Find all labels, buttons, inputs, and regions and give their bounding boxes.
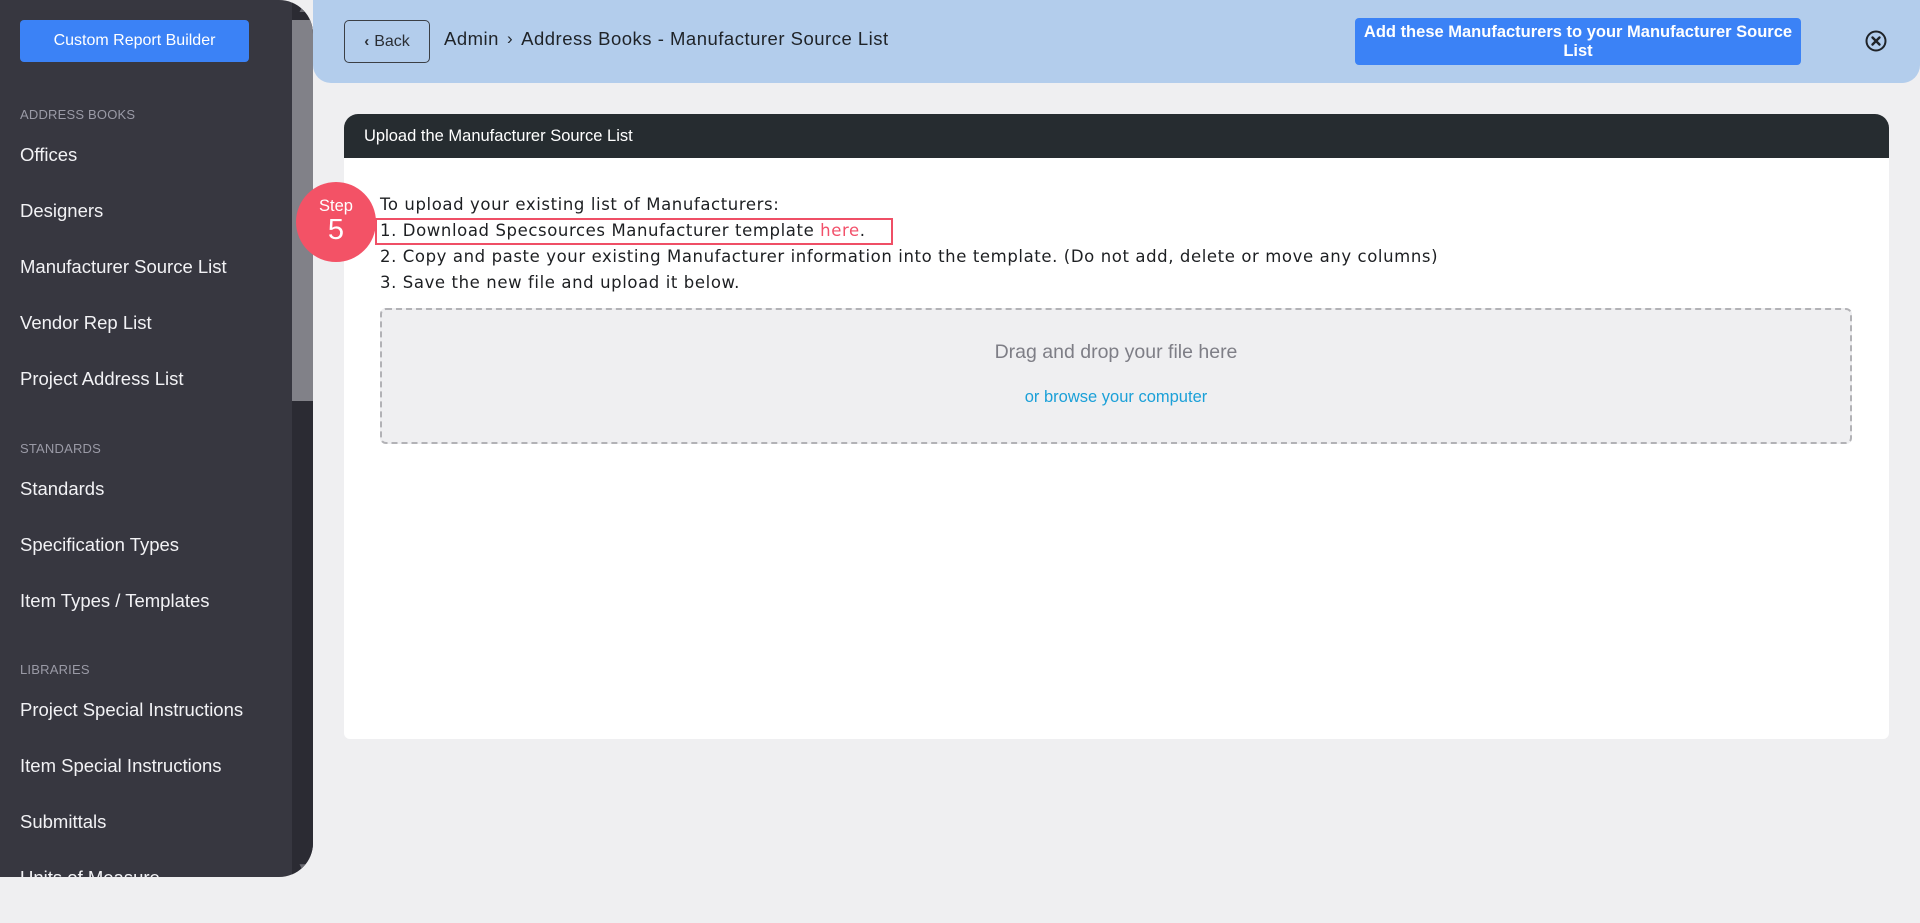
chevron-left-icon: ‹ (364, 33, 370, 50)
sidebar-item-manufacturer-source-list[interactable]: Manufacturer Source List (20, 256, 227, 278)
breadcrumb-root[interactable]: Admin (444, 28, 499, 50)
breadcrumb-current: Address Books - Manufacturer Source List (521, 28, 889, 49)
sidebar-item-submittals[interactable]: Submittals (20, 811, 106, 833)
sidebar-item-project-special-instructions[interactable]: Project Special Instructions (20, 699, 243, 721)
instruction-step-1: 1. Download Specsources Manufacturer tem… (380, 218, 1438, 244)
back-button[interactable]: ‹ Back (344, 20, 430, 63)
back-button-label: Back (374, 32, 410, 50)
section-label-libraries: LIBRARIES (20, 662, 90, 677)
step-badge-number: 5 (327, 214, 345, 246)
sidebar-item-item-types-templates[interactable]: Item Types / Templates (20, 590, 210, 612)
sidebar-item-item-special-instructions[interactable]: Item Special Instructions (20, 755, 222, 777)
sidebar-item-units-of-measure[interactable]: Units of Measure (20, 867, 160, 877)
chevron-right-icon: › (506, 29, 514, 48)
card-title: Upload the Manufacturer Source List (344, 114, 1889, 158)
add-manufacturers-button[interactable]: Add these Manufacturers to your Manufact… (1355, 18, 1801, 65)
sidebar-item-standards[interactable]: Standards (20, 478, 104, 500)
instructions-intro: To upload your existing list of Manufact… (380, 195, 780, 214)
upload-instructions: To upload your existing list of Manufact… (380, 192, 1438, 296)
scroll-up-arrow-icon[interactable]: ▲ (297, 4, 308, 15)
step-1-suffix: . (859, 221, 866, 240)
instruction-step-3: 3. Save the new file and upload it below… (380, 273, 740, 292)
step-badge: Step 5 (296, 182, 376, 262)
top-bar: ‹ Back Admin › Address Books - Manufactu… (313, 0, 1920, 83)
upload-card: Upload the Manufacturer Source List To u… (344, 114, 1889, 739)
step-1-text: 1. Download Specsources Manufacturer tem… (380, 221, 821, 240)
step-badge-label: Step (319, 197, 353, 215)
sidebar-item-designers[interactable]: Designers (20, 200, 103, 222)
sidebar-scrollbar[interactable]: ▲ ▼ (292, 0, 313, 877)
scroll-down-arrow-icon[interactable]: ▼ (297, 862, 308, 873)
sidebar-item-vendor-rep-list[interactable]: Vendor Rep List (20, 312, 152, 334)
section-label-standards: STANDARDS (20, 441, 102, 456)
section-label-address-books: ADDRESS BOOKS (20, 107, 136, 122)
close-circle-icon[interactable] (1864, 29, 1888, 53)
sidebar-item-specification-types[interactable]: Specification Types (20, 534, 179, 556)
dropzone-title: Drag and drop your file here (994, 341, 1238, 363)
custom-report-builder-button[interactable]: Custom Report Builder (20, 20, 249, 62)
file-dropzone[interactable]: Drag and drop your file here or browse y… (380, 308, 1852, 444)
sidebar-item-offices[interactable]: Offices (20, 144, 77, 166)
breadcrumb: Admin › Address Books - Manufacturer Sou… (444, 28, 889, 50)
sidebar: Custom Report Builder ADDRESS BOOKS Offi… (0, 0, 313, 877)
sidebar-content: Custom Report Builder ADDRESS BOOKS Offi… (0, 0, 292, 877)
browse-computer-link[interactable]: or browse your computer (1025, 388, 1208, 407)
download-template-link[interactable]: here (820, 221, 860, 240)
sidebar-item-project-address-list[interactable]: Project Address List (20, 368, 184, 390)
instruction-step-2: 2. Copy and paste your existing Manufact… (380, 247, 1439, 266)
